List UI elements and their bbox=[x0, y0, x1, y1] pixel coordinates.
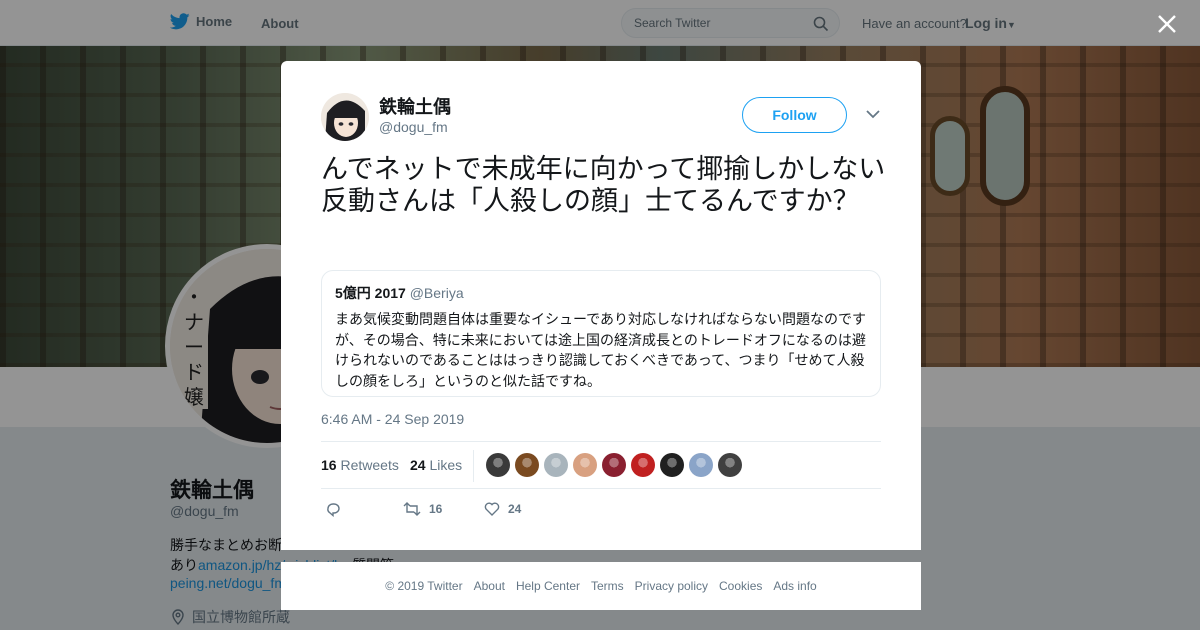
tweet-timestamp[interactable]: 6:46 AM - 24 Sep 2019 bbox=[321, 411, 464, 427]
avatar-illustration bbox=[321, 93, 369, 141]
likes-label: Likes bbox=[429, 457, 463, 473]
retweet-button[interactable]: 16 bbox=[403, 501, 442, 517]
quoted-tweet[interactable]: 5億円 2017 @Beriya まあ気候変動問題自体は重要なイシューであり対応… bbox=[321, 270, 881, 397]
tweet-author-name[interactable]: 鉄輪土偶 bbox=[379, 93, 451, 119]
tweet-permalink-modal: 鉄輪土偶 @dogu_fm Follow んでネットで未成年に向かって揶揄しかし… bbox=[281, 61, 921, 550]
heart-icon bbox=[484, 502, 500, 516]
tweet-text: んでネットで未成年に向かって揶揄しかしない反動さんは「人殺しの顔」士てるんですか… bbox=[321, 154, 886, 216]
liker-avatar[interactable] bbox=[573, 453, 597, 477]
liker-avatar[interactable] bbox=[689, 453, 713, 477]
quoted-author-name: 5億円 2017 bbox=[335, 285, 406, 301]
tweet-stats: 16 Retweets 24 Likes bbox=[321, 441, 881, 489]
follow-button[interactable]: Follow bbox=[742, 97, 847, 133]
retweet-action-count: 16 bbox=[429, 502, 443, 516]
liker-avatar[interactable] bbox=[515, 453, 539, 477]
footer-link[interactable]: Ads info bbox=[773, 579, 816, 593]
liker-avatar[interactable] bbox=[631, 453, 655, 477]
liker-avatar[interactable] bbox=[544, 453, 568, 477]
liker-avatars bbox=[486, 453, 742, 477]
close-icon[interactable] bbox=[1155, 12, 1179, 36]
chevron-down-icon[interactable] bbox=[865, 108, 881, 120]
liker-avatar[interactable] bbox=[486, 453, 510, 477]
likes-stat[interactable]: 24 Likes bbox=[410, 457, 462, 473]
quoted-author-handle: @Beriya bbox=[409, 285, 464, 301]
footer-link[interactable]: Help Center bbox=[516, 579, 580, 593]
liker-avatar[interactable] bbox=[718, 453, 742, 477]
retweets-label: Retweets bbox=[340, 457, 399, 473]
quoted-tweet-text: まあ気候変動問題自体は重要なイシューであり対応しなければならない問題なのですが、… bbox=[335, 311, 867, 389]
likes-count: 24 bbox=[410, 457, 426, 473]
quoted-tweet-header: 5億円 2017 @Beriya bbox=[335, 283, 867, 303]
footer-link[interactable]: Cookies bbox=[719, 579, 762, 593]
tweet-actions: 16 24 bbox=[321, 501, 881, 521]
reply-icon bbox=[327, 503, 340, 517]
like-button[interactable]: 24 bbox=[484, 501, 521, 517]
liker-avatar[interactable] bbox=[660, 453, 684, 477]
like-action-count: 24 bbox=[508, 502, 522, 516]
retweet-icon bbox=[403, 502, 421, 516]
footer-link[interactable]: About bbox=[474, 579, 505, 593]
tweet-author-avatar[interactable] bbox=[321, 93, 369, 141]
footer-links: © 2019 Twitter About Help Center Terms Priva… bbox=[281, 562, 921, 610]
footer-link[interactable]: Terms bbox=[591, 579, 624, 593]
liker-avatar[interactable] bbox=[602, 453, 626, 477]
tweet-author-handle[interactable]: @dogu_fm bbox=[379, 119, 448, 135]
retweets-stat[interactable]: 16 Retweets bbox=[321, 457, 399, 473]
stats-divider bbox=[473, 450, 474, 482]
footer-link[interactable]: Privacy policy bbox=[635, 579, 708, 593]
retweets-count: 16 bbox=[321, 457, 337, 473]
copyright-text: © 2019 Twitter bbox=[385, 579, 463, 593]
reply-button[interactable] bbox=[325, 501, 341, 517]
